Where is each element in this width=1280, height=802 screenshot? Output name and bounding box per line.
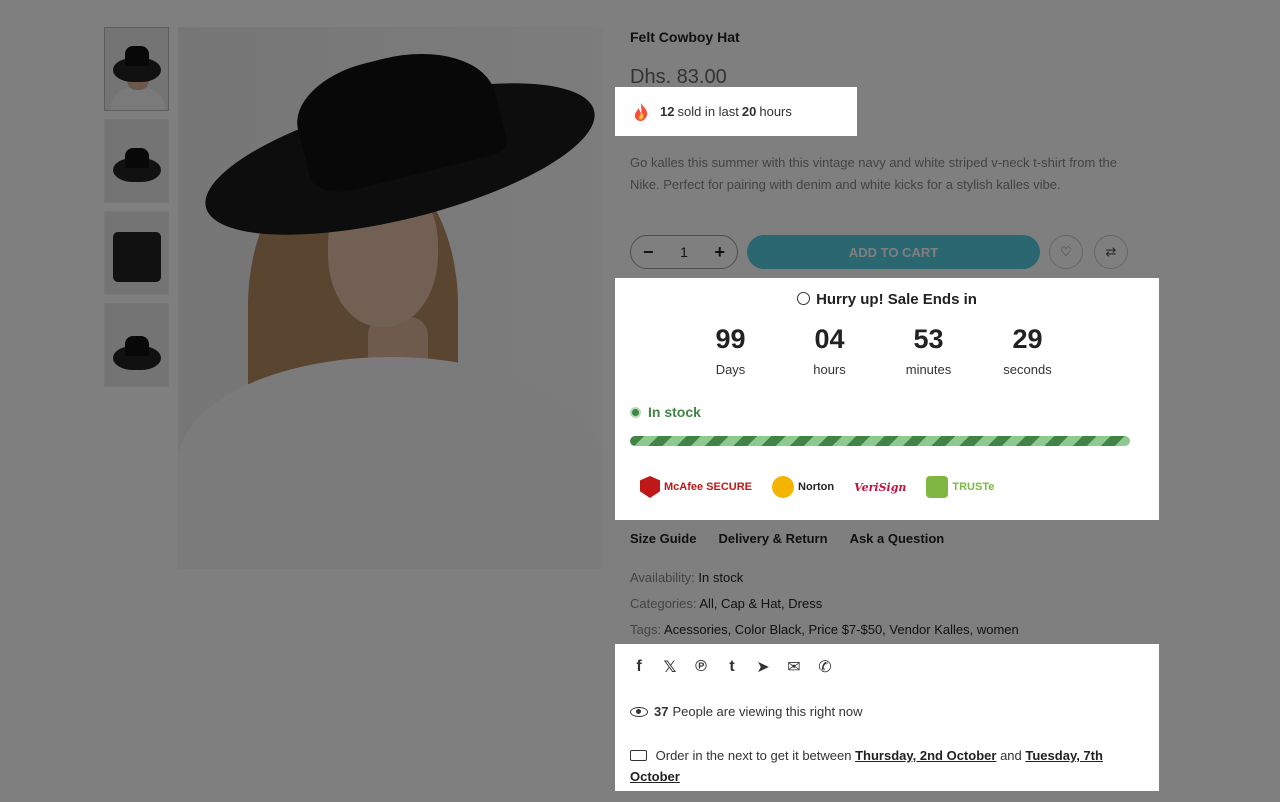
trust-badges: McAfee SECURE Norton VeriSign TRUSTe bbox=[640, 473, 994, 501]
mcafee-text: McAfee SECURE bbox=[664, 481, 753, 493]
mcafee-icon bbox=[640, 476, 660, 498]
hours-label: hours bbox=[813, 362, 846, 377]
verisign-text: VeriSign bbox=[854, 480, 907, 494]
delivery-date-from: Thursday, 2nd October bbox=[855, 748, 997, 763]
viewers-text: People are viewing this right now bbox=[672, 704, 863, 719]
truste-icon bbox=[926, 476, 949, 498]
delivery-estimate: Order in the next to get it between Thur… bbox=[630, 745, 1145, 787]
social-panel: f 𝕏 ℗ t ➤ ✉ ✆ 37 People are viewing this… bbox=[615, 644, 1159, 791]
seconds-value: 29 bbox=[1012, 324, 1043, 354]
minutes-label: minutes bbox=[905, 362, 952, 377]
fire-icon bbox=[634, 102, 648, 121]
pinterest-icon[interactable]: ℗ bbox=[692, 658, 710, 676]
norton-badge: Norton bbox=[772, 473, 834, 501]
viewers-notice: 37 People are viewing this right now bbox=[630, 704, 863, 719]
countdown-panel: Hurry up! Sale Ends in 99 Days 04 hours 53… bbox=[615, 278, 1159, 520]
truck-icon bbox=[630, 750, 647, 761]
seconds-label: seconds bbox=[1003, 362, 1052, 377]
countdown-minutes: 53 minutes bbox=[879, 322, 978, 377]
mcafee-badge: McAfee SECURE bbox=[640, 473, 752, 501]
truste-text: TRUSTe bbox=[952, 481, 995, 493]
sold-hours: 20 bbox=[741, 104, 757, 119]
norton-text: Norton bbox=[798, 481, 835, 493]
days-value: 99 bbox=[715, 324, 746, 354]
order-and: and bbox=[1000, 748, 1022, 763]
truste-badge: TRUSTe bbox=[926, 473, 994, 501]
sold-text: sold in last bbox=[677, 104, 739, 119]
viewers-count: 37 bbox=[654, 704, 669, 719]
clock-icon bbox=[797, 292, 811, 305]
hours-value: 04 bbox=[814, 324, 845, 354]
countdown-hours: 04 hours bbox=[780, 322, 879, 377]
share-icons: f 𝕏 ℗ t ➤ ✉ ✆ bbox=[630, 658, 834, 676]
stock-dot-icon bbox=[630, 406, 641, 418]
email-icon[interactable]: ✉ bbox=[785, 658, 803, 676]
stock-progress-bar bbox=[630, 436, 1130, 446]
countdown-heading-text: Hurry up! Sale Ends in bbox=[816, 291, 977, 308]
sold-hours-label: hours bbox=[759, 104, 792, 119]
sold-counter: 12 sold in last 20 hours bbox=[615, 87, 857, 136]
countdown-days: 99 Days bbox=[681, 322, 780, 377]
minutes-value: 53 bbox=[913, 324, 944, 354]
telegram-icon[interactable]: ➤ bbox=[754, 658, 772, 676]
countdown-heading: Hurry up! Sale Ends in bbox=[615, 291, 1159, 308]
eye-icon bbox=[630, 706, 648, 717]
norton-icon bbox=[772, 476, 795, 498]
whatsapp-icon[interactable]: ✆ bbox=[816, 658, 834, 676]
countdown-seconds: 29 seconds bbox=[978, 322, 1077, 377]
sold-count: 12 bbox=[660, 104, 675, 119]
tumblr-icon[interactable]: t bbox=[723, 658, 741, 676]
x-twitter-icon[interactable]: 𝕏 bbox=[661, 658, 679, 676]
stock-status: In stock bbox=[630, 404, 701, 420]
stock-text: In stock bbox=[648, 404, 701, 420]
days-label: Days bbox=[715, 362, 746, 377]
facebook-icon[interactable]: f bbox=[630, 658, 648, 676]
order-prefix: Order in the next to get it between bbox=[655, 748, 852, 763]
verisign-badge: VeriSign bbox=[854, 473, 906, 501]
